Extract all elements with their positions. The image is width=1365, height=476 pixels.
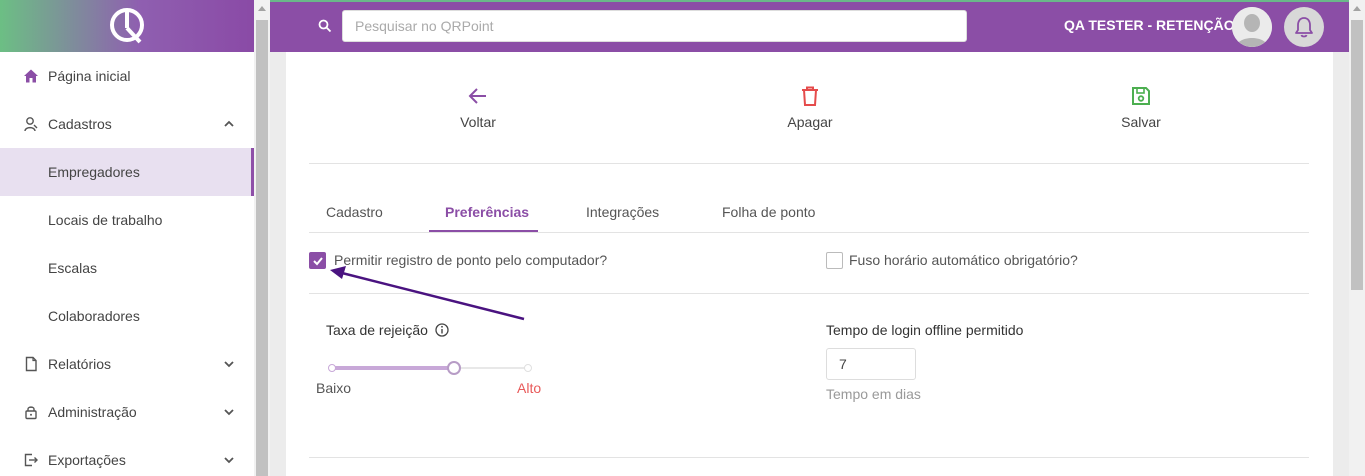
- divider: [309, 293, 1309, 294]
- back-label: Voltar: [460, 114, 496, 130]
- user-name[interactable]: QA TESTER - RETENÇÃO: [1064, 17, 1235, 33]
- info-icon[interactable]: [435, 323, 449, 337]
- sidebar-item-relatorios[interactable]: Relatórios: [0, 340, 254, 388]
- save-icon: [1132, 87, 1150, 105]
- chevron-down-icon: [224, 409, 234, 416]
- active-tab-indicator: [429, 230, 538, 232]
- sidebar-item-colaboradores[interactable]: Colaboradores: [0, 292, 254, 340]
- arrow-left-icon: [468, 88, 486, 104]
- tab-cadastro[interactable]: Cadastro: [326, 204, 383, 220]
- offline-login-hint: Tempo em dias: [826, 386, 921, 402]
- user-avatar-icon: [1232, 7, 1272, 47]
- bell-icon: [1295, 17, 1313, 38]
- slider-max-dot: [524, 364, 532, 372]
- export-icon: [22, 451, 40, 469]
- chevron-down-icon: [224, 361, 234, 368]
- slider-min-dot: [328, 364, 336, 372]
- sidebar-item-home[interactable]: Página inicial: [0, 52, 254, 100]
- rejection-rate-slider[interactable]: [326, 361, 534, 375]
- timezone-label[interactable]: Fuso horário automático obrigatório?: [849, 252, 1078, 268]
- page-scrollbar[interactable]: [1349, 0, 1365, 476]
- tab-integracoes[interactable]: Integrações: [586, 204, 659, 220]
- qrpoint-logo-icon[interactable]: [107, 6, 147, 46]
- offline-login-label: Tempo de login offline permitido: [826, 322, 1024, 338]
- save-button[interactable]: Salvar: [1081, 84, 1201, 130]
- search-icon: [318, 19, 332, 33]
- back-button[interactable]: Voltar: [418, 84, 538, 130]
- top-bar: QA TESTER - RETENÇÃO: [270, 0, 1349, 52]
- scrollbar-thumb[interactable]: [1351, 20, 1363, 290]
- avatar[interactable]: [1232, 7, 1272, 47]
- home-icon: [22, 67, 40, 85]
- delete-label: Apagar: [787, 114, 833, 130]
- sidebar-item-empregadores[interactable]: Empregadores: [0, 148, 254, 196]
- delete-button[interactable]: Apagar: [750, 84, 870, 130]
- sidebar-item-label: Empregadores: [48, 164, 140, 180]
- logo-bar: [0, 0, 254, 52]
- tab-bar: Cadastro Preferências Integrações Folha …: [309, 192, 1309, 233]
- sidebar-item-label: Administração: [48, 404, 137, 420]
- sidebar-item-escalas[interactable]: Escalas: [0, 244, 254, 292]
- chevron-down-icon: [224, 457, 234, 464]
- search-input[interactable]: [342, 10, 967, 42]
- allow-computer-checkbox[interactable]: [309, 252, 326, 269]
- trash-icon: [802, 86, 818, 106]
- chevron-up-icon: [224, 120, 234, 127]
- divider: [309, 457, 1309, 458]
- timezone-checkbox[interactable]: [826, 252, 843, 269]
- sidebar-item-exportacoes[interactable]: Exportações: [0, 436, 254, 476]
- slider-fill: [332, 366, 454, 370]
- sidebar-item-label: Cadastros: [48, 116, 112, 132]
- sidebar-item-label: Página inicial: [48, 68, 131, 84]
- checkmark-icon: [312, 256, 323, 265]
- sidebar-item-label: Escalas: [48, 260, 98, 276]
- content-card: Voltar Apagar Salvar Cadastro Preferênci…: [286, 52, 1333, 476]
- notifications-button[interactable]: [1284, 7, 1324, 47]
- scroll-up-arrow-icon[interactable]: [1353, 6, 1361, 11]
- save-label: Salvar: [1121, 114, 1161, 130]
- sidebar-item-administracao[interactable]: Administração: [0, 388, 254, 436]
- sidebar-item-label: Colaboradores: [48, 308, 140, 324]
- sidebar-item-label: Exportações: [48, 452, 126, 468]
- sidebar-item-locais-de-trabalho[interactable]: Locais de trabalho: [0, 196, 254, 244]
- sidebar-item-label: Locais de trabalho: [48, 212, 163, 228]
- scroll-up-arrow-icon[interactable]: [258, 6, 266, 11]
- sidebar-scrollbar[interactable]: [254, 0, 270, 476]
- document-icon: [22, 355, 40, 373]
- offline-login-input[interactable]: [826, 348, 916, 380]
- rejection-rate-text: Taxa de rejeição: [326, 322, 428, 338]
- sidebar-item-cadastros[interactable]: Cadastros: [0, 100, 254, 148]
- slider-high-label: Alto: [517, 380, 542, 396]
- user-icon: [22, 115, 40, 133]
- lock-icon: [22, 403, 40, 421]
- rejection-rate-label: Taxa de rejeição: [326, 322, 449, 338]
- slider-low-label: Baixo: [316, 380, 352, 396]
- slider-handle[interactable]: [446, 361, 461, 375]
- sidebar: Página inicial Cadastros Empregadores Lo…: [0, 0, 254, 476]
- action-toolbar: Voltar Apagar Salvar: [286, 84, 1333, 134]
- divider: [309, 163, 1309, 164]
- scrollbar-thumb[interactable]: [256, 20, 268, 476]
- allow-computer-label[interactable]: Permitir registro de ponto pelo computad…: [334, 252, 607, 268]
- tab-folha-de-ponto[interactable]: Folha de ponto: [722, 204, 815, 220]
- sidebar-item-label: Relatórios: [48, 356, 112, 372]
- tab-preferencias[interactable]: Preferências: [445, 204, 529, 220]
